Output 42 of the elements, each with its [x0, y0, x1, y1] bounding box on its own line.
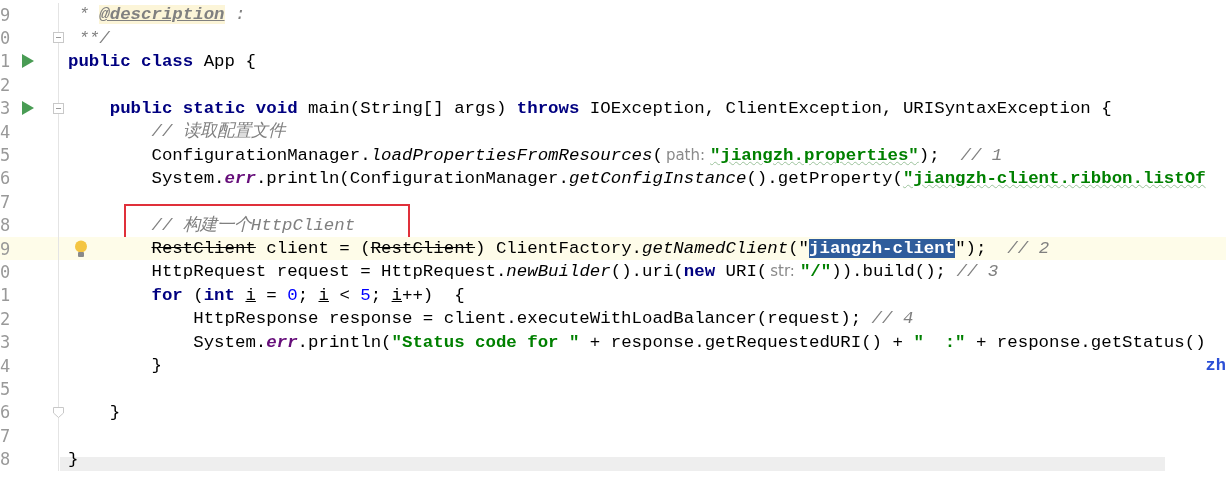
code-line: for (int i = 0; i < 5; i++) {: [150, 285, 465, 305]
code-line: }: [108, 402, 121, 422]
code-line: HttpRequest request = HttpRequest.newBuilder().uri(new URI( str: "/")).build(); // 3: [150, 262, 999, 282]
line-number: 6: [0, 402, 12, 423]
fold-icon[interactable]: [52, 102, 64, 114]
line-number: 2: [0, 308, 12, 329]
fold-icon[interactable]: [52, 32, 64, 44]
line-number: 7: [0, 425, 12, 446]
line-number: 4: [0, 121, 12, 142]
line-number: 4: [0, 355, 12, 376]
line-number: 1: [0, 51, 12, 72]
line-number: 8: [0, 449, 12, 470]
inlay-text: zh: [1205, 356, 1226, 376]
code-line: HttpResponse response = client.executeWithLoadBalancer(request); // 4: [192, 309, 914, 329]
code-line: System.err.println("Status code for " + response.getRequestedURI() + " :" + response.getStatus(): [192, 332, 1206, 352]
line-number: 2: [0, 74, 12, 95]
line-number: 0: [0, 262, 12, 282]
line-number: 6: [0, 168, 12, 189]
line-number: 5: [0, 145, 12, 166]
line-number: 5: [0, 378, 12, 399]
line-number: 8: [0, 215, 12, 236]
code-line: ConfigurationManager.loadPropertiesFromResources( path: "jiangzh.properties"); // 1: [150, 145, 1003, 165]
code-line: public class App {: [68, 51, 256, 71]
line-number: 7: [0, 191, 12, 212]
line-number: 0: [0, 28, 12, 49]
run-icon[interactable]: [22, 101, 34, 116]
line-number: 9: [0, 4, 12, 25]
lightbulb-icon[interactable]: [74, 239, 88, 258]
code-line: RestClient client = (RestClient) ClientFactory.getNamedClient("jiangzh-client"); // 2: [150, 239, 1050, 259]
code-line: }: [150, 356, 162, 376]
code-line: // 读取配置文件: [150, 122, 285, 142]
run-icon[interactable]: [22, 54, 34, 69]
line-number: 9: [0, 238, 12, 259]
line-number: 3: [0, 332, 12, 353]
code-line: **/: [77, 28, 110, 48]
line-number: 1: [0, 285, 12, 306]
code-line: public static void main(String[] args) throws IOException, ClientException, URISyntaxException {: [108, 98, 1112, 118]
fold-end-icon[interactable]: [52, 406, 64, 418]
code-line: }: [68, 449, 79, 469]
code-line: // 构建一个HttpClient: [150, 215, 356, 235]
code-line: System.err.println(ConfigurationManager.getConfigInstance().getProperty("jiangzh-client.ribbon.listOf: [150, 168, 1206, 188]
line-number: 3: [0, 98, 12, 119]
